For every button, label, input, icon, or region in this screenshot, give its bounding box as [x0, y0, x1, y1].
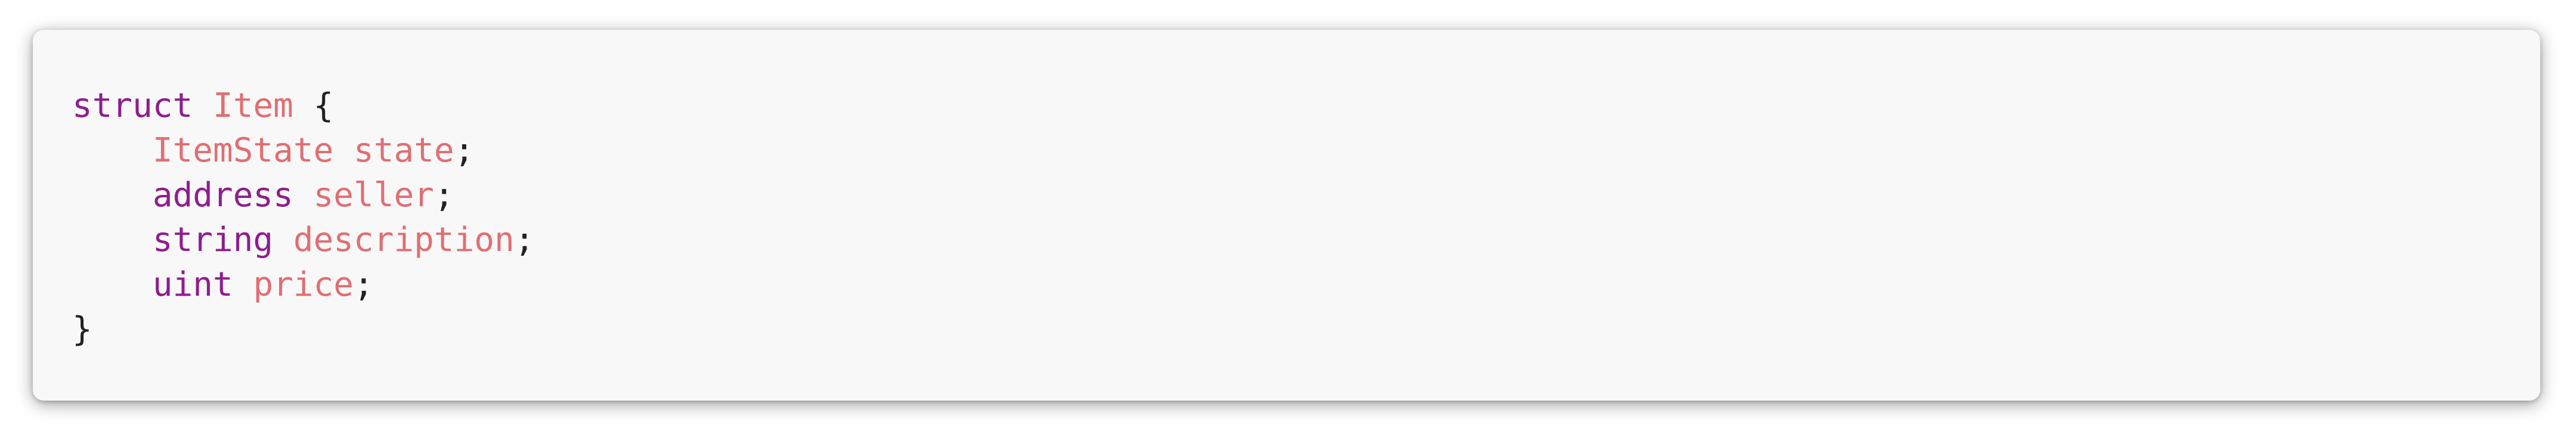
field-name: description [293, 221, 515, 259]
field-type: ItemState [152, 131, 334, 170]
field-type: address [152, 176, 293, 215]
field-name: seller [313, 176, 434, 215]
code-line-4: string description; [72, 218, 535, 262]
code-line-3: address seller; [72, 173, 534, 218]
field-name: state [354, 131, 454, 170]
code-line-6: } [72, 307, 534, 352]
code-line-1: struct Item { [72, 83, 534, 128]
code-content: struct Item { ItemState state; address s… [72, 83, 534, 352]
semicolon: ; [514, 221, 535, 259]
field-name: price [253, 265, 354, 304]
semicolon: ; [434, 176, 454, 215]
field-type: string [152, 221, 274, 259]
code-line-5: uint price; [72, 262, 534, 307]
close-brace: } [72, 310, 92, 349]
open-brace: { [313, 86, 334, 125]
field-type: uint [152, 265, 233, 304]
struct-name: Item [213, 86, 293, 125]
struct-keyword: struct [72, 86, 193, 125]
semicolon: ; [354, 265, 374, 304]
code-line-2: ItemState state; [72, 128, 534, 173]
code-block: struct Item { ItemState state; address s… [33, 30, 2540, 401]
semicolon: ; [454, 131, 475, 170]
